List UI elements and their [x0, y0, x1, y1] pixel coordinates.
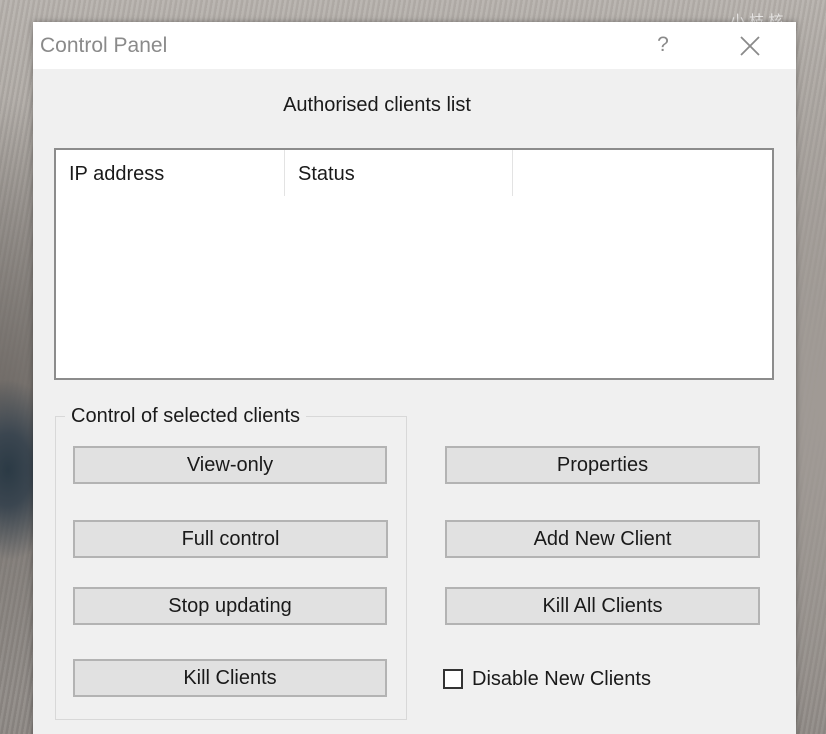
add-new-client-button[interactable]: Add New Client [445, 520, 760, 558]
clients-list-heading: Authorised clients list [283, 94, 471, 116]
close-button[interactable] [733, 30, 767, 64]
disable-new-clients-checkbox[interactable] [443, 669, 463, 689]
column-header-ip-address[interactable]: IP address [56, 150, 285, 196]
window-title: Control Panel [40, 34, 168, 57]
help-button[interactable]: ? [645, 30, 681, 60]
column-header-status[interactable]: Status [285, 150, 513, 196]
view-only-button[interactable]: View-only [73, 446, 387, 484]
kill-all-clients-button[interactable]: Kill All Clients [445, 587, 760, 625]
title-bar[interactable]: Control Panel ? [33, 22, 796, 69]
kill-clients-button[interactable]: Kill Clients [73, 659, 387, 697]
column-header-empty[interactable] [513, 150, 771, 196]
stop-updating-button[interactable]: Stop updating [73, 587, 387, 625]
close-icon [740, 36, 760, 56]
disable-new-clients-option[interactable]: Disable New Clients [443, 666, 651, 692]
control-panel-dialog: Control Panel ? Authorised clients list … [33, 22, 796, 734]
disable-new-clients-label: Disable New Clients [472, 667, 651, 690]
full-control-button[interactable]: Full control [73, 520, 388, 558]
properties-button[interactable]: Properties [445, 446, 760, 484]
groupbox-legend: Control of selected clients [65, 405, 307, 428]
clients-list-view[interactable]: IP address Status [54, 148, 774, 380]
